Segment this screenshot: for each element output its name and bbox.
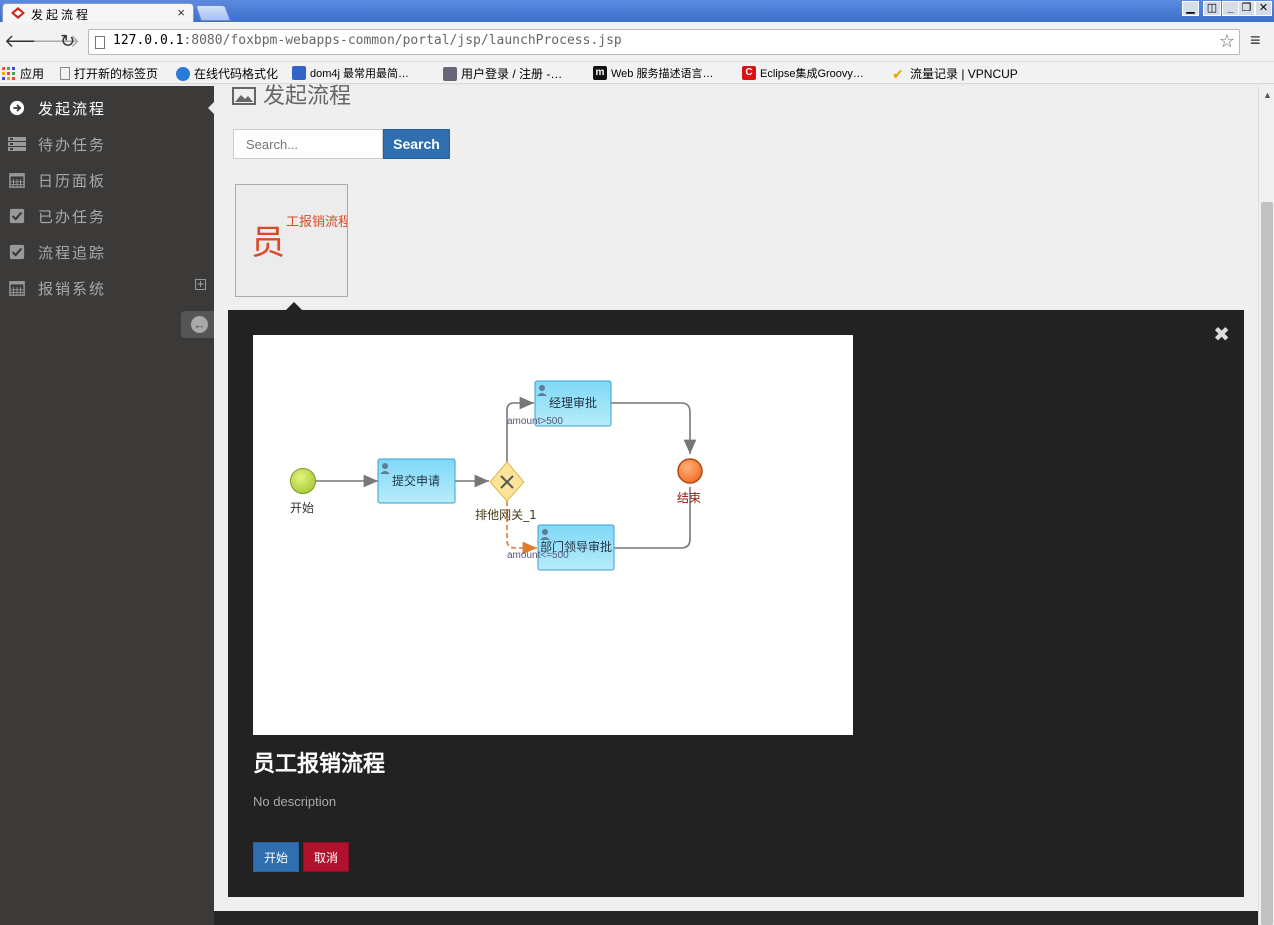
window-restore-button[interactable]: ◫ [1203,1,1221,16]
start-button[interactable]: 开始 [253,842,299,872]
bookmark-vpncup[interactable]: ✔ 流量记录 | VPNCUP [892,65,1018,82]
end-event [677,458,703,484]
bookmarks-bar: 应用 打开新的标签页 在线代码格式化 dom4j 最常用最简… 用户登录 / 注… [0,62,1274,84]
bookmark-label: 用户登录 / 注册 -… [461,67,563,81]
check-square-icon [9,208,25,224]
sidebar-item-done-tasks[interactable]: 已办任务 [0,198,214,234]
scroll-up-icon[interactable]: ▲ [1263,90,1272,100]
search-button[interactable]: Search [383,129,450,159]
main-content: 发起流程 Search 员 工报销流程 ✖ [208,84,1258,925]
start-event-label: 开始 [290,501,314,515]
bookmark-label: 打开新的标签页 [74,67,159,81]
bookmark-label: Web 服务描述语言… [611,68,714,80]
calendar-icon [9,281,25,296]
check-icon: ✔ [892,65,904,82]
window-minimize-icon[interactable]: _ [1222,1,1239,16]
c-blue-icon [176,66,190,81]
start-event [290,468,316,494]
task-manager-label: 经理审批 [549,395,597,410]
process-card[interactable]: 员 工报销流程 [235,184,348,297]
sidebar-item-label: 日历面板 [38,172,107,190]
sidebar-item-label: 发起流程 [38,100,107,118]
reload-icon[interactable]: ↻ [60,31,75,52]
bookmark-label: 流量记录 | VPNCUP [910,67,1018,81]
flow-manager-end [611,402,697,454]
arrow-circle-right-icon [9,100,25,116]
browser-menu-icon[interactable]: ≡ [1250,30,1264,51]
calendar-icon [9,173,25,188]
m-icon: m [593,66,607,80]
detail-title: 员工报销流程 [253,751,386,777]
tab-close-icon[interactable]: × [177,5,185,20]
window-minimize-button[interactable]: ▁ [1182,1,1199,16]
close-icon[interactable]: ✖ [1213,322,1230,347]
sidebar-item-process-tracking[interactable]: 流程追踪 [0,234,214,270]
footer-bar [214,911,1258,925]
page-title: 发起流程 [232,78,351,110]
bpmn-diagram: 开始 提交申请 排他网关_1 经理审批 部门领导审批 amount>500 am… [290,380,703,571]
expand-plus-icon[interactable]: + [195,279,206,290]
c-red-icon: C [742,66,756,80]
page-title-text: 发起流程 [263,84,352,109]
browser-tab[interactable]: 发起流程 × [2,3,194,23]
apps-grid-icon [2,66,15,80]
page-scrollbar[interactable]: ▲ [1258,86,1274,925]
window-close-button[interactable]: ✕ [1255,1,1272,16]
new-tab-button[interactable] [195,5,231,21]
end-event-label: 结束 [677,491,701,505]
tab-title: 发起流程 [31,8,92,22]
bookmark-wsdl[interactable]: m Web 服务描述语言… [593,65,713,81]
card-pointer [286,302,302,310]
favicon-icon [11,7,25,19]
process-card-initial: 员 [251,223,285,263]
cloud-icon [443,66,457,81]
page-icon [95,36,105,49]
picture-icon [232,87,256,105]
scrollbar-thumb[interactable] [1261,202,1273,925]
arrow-left-icon: ← [191,316,208,333]
sidebar-item-label: 报销系统 [38,280,107,298]
bookmark-label: 应用 [20,67,45,81]
bookmark-eclipse-groovy[interactable]: C Eclipse集成Groovy… [742,65,864,81]
task-submit-label: 提交申请 [392,473,440,488]
browser-titlebar: 发起流程 × ▁ ◫ _ ❐ ✕ [0,0,1274,23]
bookmark-new-tab[interactable]: 打开新的标签页 [60,65,158,82]
browser-toolbar: 🡐 🡒 ↻ 127.0.0.1:8080/foxbpm-webapps-comm… [0,22,1274,62]
flow-gateway-manager [506,396,534,463]
bookmark-apps[interactable]: 应用 [2,65,44,82]
detail-description: No description [253,794,337,809]
process-card-label: 工报销流程 [286,215,348,230]
sidebar-item-label: 待办任务 [38,136,107,154]
sidebar-item-launch-process[interactable]: 发起流程 [0,90,214,126]
window-maximize-button[interactable]: ❐ [1238,1,1255,16]
sidebar-item-reimbursement[interactable]: 报销系统 + [0,270,214,306]
url-text: 127.0.0.1:8080/foxbpm-webapps-common/por… [113,33,622,48]
address-bar[interactable]: 127.0.0.1:8080/foxbpm-webapps-common/por… [88,29,1240,55]
condition-low: amount<=500 [507,550,569,561]
check-square-icon [9,244,25,260]
page-icon [60,67,70,80]
bookmark-label: Eclipse集成Groovy… [760,68,864,80]
bookmark-login[interactable]: 用户登录 / 注册 -… [443,65,562,82]
cancel-button[interactable]: 取消 [303,842,349,872]
bookmark-star-icon[interactable]: ☆ [1219,31,1235,52]
list-icon [8,137,26,151]
process-detail-panel: ✖ 开始 提交申请 排他网关_1 经理审批 部门领导审批 amount>500 … [228,310,1244,897]
sidebar-item-calendar[interactable]: 日历面板 [0,162,214,198]
process-diagram: 开始 提交申请 排他网关_1 经理审批 部门领导审批 amount>500 am… [253,335,853,735]
sidebar: 发起流程 待办任务 日历面板 已办任务 流程追踪 报销系统 + ← [0,86,214,925]
sidebar-item-todo-tasks[interactable]: 待办任务 [0,126,214,162]
gateway-label: 排他网关_1 [475,508,537,522]
sidebar-item-label: 已办任务 [38,208,107,226]
active-indicator [208,101,215,115]
sidebar-item-label: 流程追踪 [38,244,107,262]
search-input[interactable] [233,129,383,159]
sidebar-collapse-button[interactable]: ← [181,311,214,338]
condition-high: amount>500 [507,416,563,427]
